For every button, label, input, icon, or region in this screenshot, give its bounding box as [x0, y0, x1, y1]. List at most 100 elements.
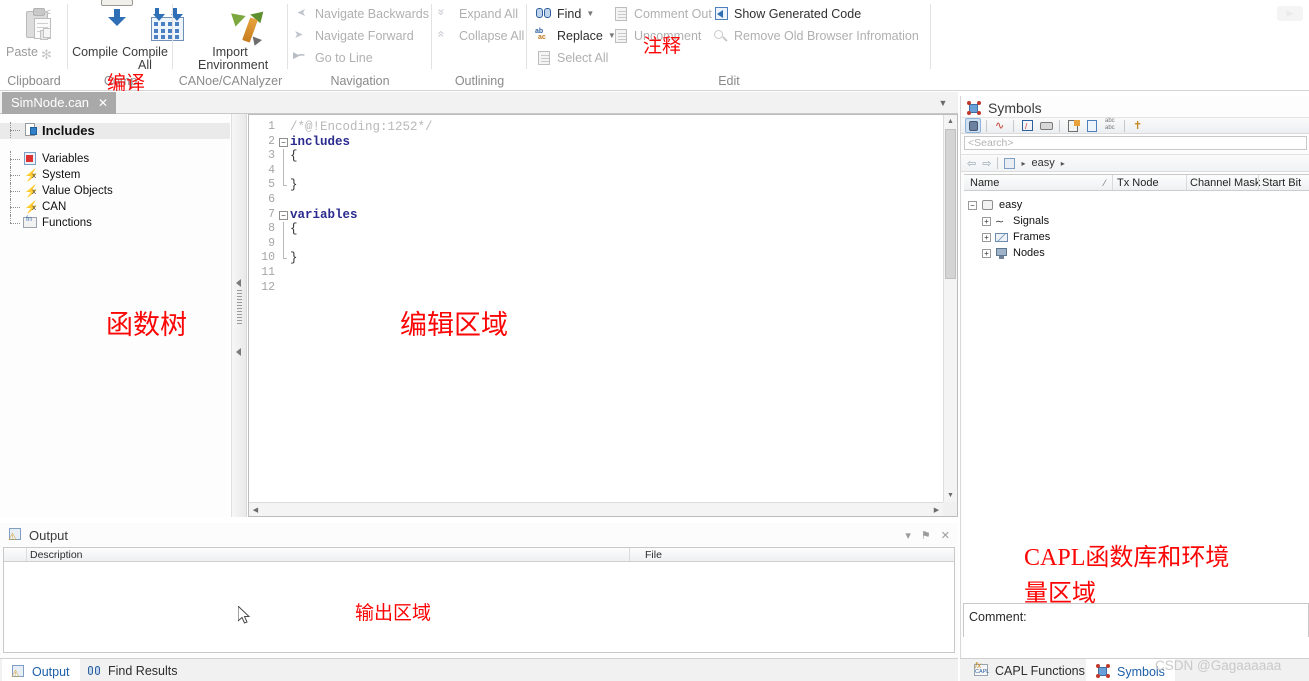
symbols-row-label: Signals [1013, 215, 1050, 227]
find-dropdown-icon[interactable]: ▼ [586, 9, 594, 18]
code-line[interactable]: 10} [249, 251, 943, 266]
column-header-description[interactable]: Description [30, 549, 83, 561]
comment-out-button[interactable]: Comment Out [612, 3, 712, 24]
column-header-name[interactable]: Name [970, 177, 999, 189]
navigate-backwards-button[interactable]: Navigate Backwards [293, 3, 429, 24]
code-line[interactable]: 6 [249, 193, 943, 208]
insert-symbol-button[interactable] [1065, 118, 1081, 133]
bottom-tab-find-results[interactable]: Find Results [78, 659, 187, 681]
symbols-row-nodes[interactable]: + Nodes [982, 245, 1045, 261]
bottom-tab-capl-functions[interactable]: fx CAPL CAPL Functions [964, 659, 1095, 681]
find-button[interactable]: Find ▼ [535, 3, 594, 24]
pane-splitter[interactable] [231, 114, 247, 517]
capl-browser-window: Paste Clipboard Compile [0, 0, 1309, 681]
symbols-row-easy[interactable]: − easy [968, 197, 1022, 213]
scroll-right-icon[interactable]: ▶ [930, 503, 943, 516]
replace-label: Replace [557, 28, 603, 43]
editor-vertical-scrollbar[interactable]: ▲ ▼ [943, 115, 957, 502]
symbol-comment-box[interactable]: Comment: [963, 603, 1309, 637]
database-icon[interactable] [1004, 157, 1016, 169]
column-header-file[interactable]: File [645, 549, 662, 561]
breadcrumb-node-label[interactable]: easy [1031, 157, 1054, 169]
code-line[interactable]: 3{ [249, 149, 943, 164]
abc-sort-button[interactable]: abc abc [1103, 118, 1119, 133]
column-header-start-bit[interactable]: Start Bit [1262, 177, 1301, 189]
tree-item-includes[interactable]: Includes [10, 122, 95, 138]
play-button-faint[interactable]: ▶ [1277, 5, 1303, 21]
breadcrumb-separator-icon[interactable]: ▸ [1061, 159, 1065, 168]
editor-horizontal-scrollbar[interactable]: ◀ ▶ [249, 502, 943, 516]
symbols-search-input[interactable]: <Search> [964, 136, 1307, 150]
column-header-tx-node[interactable]: Tx Node [1117, 177, 1159, 189]
breadcrumb-separator-icon[interactable]: ▸ [1021, 159, 1025, 168]
symbols-row-signals[interactable]: + ∼ Signals [982, 213, 1049, 229]
code-line[interactable]: 1 /*@!Encoding:1252*/ [249, 120, 943, 135]
replace-button[interactable]: ab ac Replace ▼ [535, 25, 616, 46]
select-all-button[interactable]: Select All [535, 47, 608, 68]
code-line[interactable]: 9 [249, 236, 943, 252]
expand-all-button[interactable]: Expand All [437, 3, 518, 24]
code-line[interactable]: 8{ [249, 222, 943, 237]
tree-item-label: Variables [42, 153, 90, 165]
copy-icon[interactable] [38, 27, 54, 43]
database-view-button[interactable] [965, 118, 981, 133]
clear-filter-button[interactable]: ✝ [1130, 118, 1146, 133]
message-filter-button[interactable]: / [1019, 118, 1035, 133]
code-line[interactable]: 11 [249, 266, 943, 281]
remove-old-browser-button[interactable]: Remove Old Browser Infromation [712, 25, 919, 46]
navigate-forward-button[interactable]: Navigate Forward [293, 25, 414, 46]
close-icon[interactable]: ✕ [98, 92, 108, 114]
output-close-icon[interactable]: ✕ [941, 529, 950, 542]
code-line[interactable]: 4 [249, 163, 943, 179]
import-environment-button[interactable]: Import Environment [198, 4, 268, 72]
expander-icon[interactable]: − [968, 200, 977, 210]
expand-left-arrow-icon[interactable] [236, 348, 241, 356]
document-tab-bar: SimNode.can ✕ ▼ [0, 92, 958, 114]
scroll-down-icon[interactable]: ▼ [944, 489, 957, 502]
tree-item-value-objects[interactable]: ⚡ x Value Objects [10, 183, 113, 199]
nav-back-icon[interactable]: ⇦ [967, 157, 976, 170]
symbols-row-frames[interactable]: + Frames [982, 229, 1050, 245]
tree-item-functions[interactable]: Functions [10, 215, 92, 231]
signal-view-button[interactable]: ∿ [992, 118, 1008, 133]
fold-guide-line [283, 251, 287, 259]
collapse-left-arrow-icon[interactable] [236, 279, 241, 287]
code-line[interactable]: 7− variables [249, 208, 943, 223]
copy-symbol-button[interactable] [1084, 118, 1100, 133]
bottom-tab-output[interactable]: ⚠ Output [2, 659, 80, 681]
code-text-area[interactable]: 1/*@!Encoding:1252*/2− includes 3{4 5} 6 7− va… [249, 115, 943, 502]
cut-icon[interactable] [40, 4, 56, 22]
format-painter-icon[interactable] [40, 47, 56, 64]
collapse-all-button[interactable]: Collapse All [437, 25, 524, 46]
go-to-line-button[interactable]: Go to Line [293, 47, 373, 68]
output-menu-icon[interactable]: ▾ [905, 529, 911, 542]
fold-toggle-icon[interactable]: − [279, 137, 288, 147]
tree-item-variables[interactable]: Variables [10, 151, 89, 167]
tab-list-dropdown-icon[interactable]: ▼ [934, 92, 952, 114]
env-variable-button[interactable] [1038, 118, 1054, 133]
expander-icon[interactable]: + [982, 232, 991, 242]
scroll-thumb[interactable] [945, 129, 956, 279]
code-line[interactable]: 5} [249, 178, 943, 193]
code-line[interactable]: 2− includes [249, 135, 943, 150]
symbols-grid[interactable]: Name ⁄ Tx Node Channel Mask Start Bit − … [964, 174, 1309, 674]
scroll-up-icon[interactable]: ▲ [944, 115, 957, 128]
output-pin-icon[interactable]: ⚑ [921, 529, 931, 542]
nav-forward-icon[interactable]: ⇨ [982, 157, 991, 170]
expander-icon[interactable]: + [982, 216, 991, 226]
expander-icon[interactable]: + [982, 248, 991, 258]
scroll-left-icon[interactable]: ◀ [249, 503, 262, 516]
tree-item-can[interactable]: ⚡ x CAN [10, 199, 66, 215]
column-header-channel-mask[interactable]: Channel Mask [1190, 177, 1260, 189]
tab-simnode-can[interactable]: SimNode.can ✕ [2, 92, 117, 114]
splitter-grip[interactable] [237, 290, 242, 342]
tree-item-system[interactable]: ⚡ x System [10, 167, 80, 183]
compile-button[interactable]: Compile [70, 0, 133, 59]
code-line[interactable]: 12 [249, 281, 943, 296]
output-grid[interactable]: Description File [3, 547, 955, 653]
compile-all-button[interactable]: Compile All [120, 4, 184, 72]
go-to-line-label: Go to Line [315, 50, 373, 65]
show-generated-code-button[interactable]: Show Generated Code [712, 3, 861, 24]
code-editor[interactable]: 1/*@!Encoding:1252*/2− includes 3{4 5} 6 7− va… [248, 114, 958, 517]
fold-toggle-icon[interactable]: − [279, 210, 288, 220]
